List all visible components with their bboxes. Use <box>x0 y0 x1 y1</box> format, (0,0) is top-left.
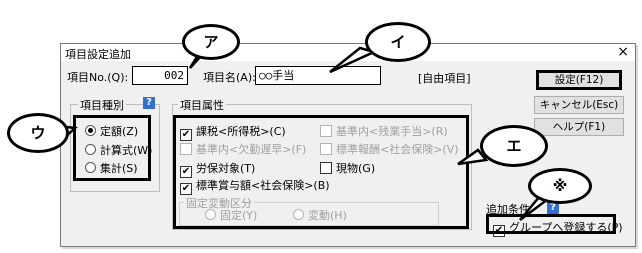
callout-note: ※ <box>528 168 592 204</box>
pointer-i <box>329 46 378 74</box>
callout-i: イ <box>365 22 431 62</box>
callout-pointers <box>55 42 556 221</box>
callout-a: ア <box>182 24 240 60</box>
callout-e: エ <box>480 125 548 167</box>
callout-u: ウ <box>7 113 69 153</box>
